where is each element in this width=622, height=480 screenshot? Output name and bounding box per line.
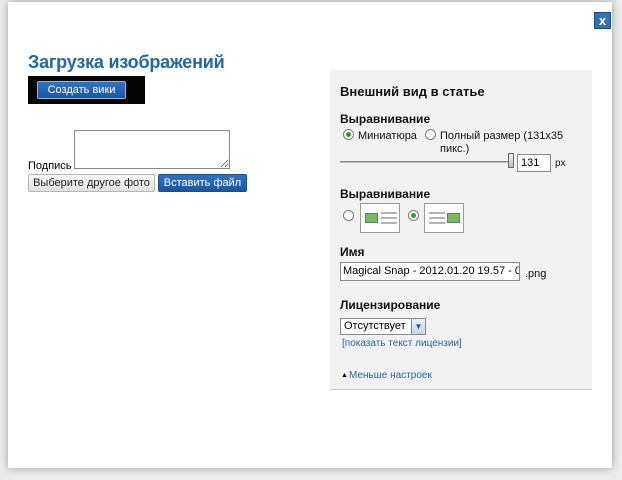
- radio-thumbnail[interactable]: [343, 129, 354, 140]
- license-select[interactable]: Отсутствует ▼: [340, 318, 426, 335]
- align-section-heading: Выравнивание: [340, 187, 431, 201]
- align-right-thumb[interactable]: [424, 203, 464, 233]
- thumbnail-label: Миниатюра: [358, 130, 417, 142]
- width-slider-handle[interactable]: [508, 153, 514, 168]
- radio-align-left[interactable]: [343, 210, 354, 221]
- upload-dialog: x Загрузка изображений Создать вики Подп…: [8, 2, 612, 468]
- choose-other-photo-button[interactable]: Выберите другое фото: [28, 174, 155, 192]
- dialog-title: Загрузка изображений: [28, 52, 225, 72]
- file-name-input[interactable]: Magical Snap - 2012.01.20 19.57 - 0: [340, 262, 520, 281]
- radio-fullsize[interactable]: [425, 129, 436, 140]
- fewer-options-link[interactable]: Меньше настроек: [349, 370, 432, 381]
- appearance-panel: Внешний вид в статье Выравнивание Миниат…: [330, 70, 592, 390]
- license-selected-value: Отсутствует: [344, 320, 406, 332]
- create-wiki-strip: Создать вики: [28, 76, 145, 104]
- image-icon: [447, 213, 460, 223]
- caption-label: Подпись: [28, 160, 72, 172]
- width-unit: px: [555, 158, 566, 169]
- size-section-heading: Выравнивание: [340, 112, 431, 126]
- create-wiki-button[interactable]: Создать вики: [37, 81, 126, 99]
- panel-title: Внешний вид в статье: [340, 84, 485, 99]
- image-icon: [365, 213, 378, 223]
- triangle-up-icon[interactable]: ▲: [341, 372, 348, 379]
- fullsize-label: Полный размер (131x35 пикс.): [440, 130, 564, 155]
- width-slider-track[interactable]: [340, 161, 510, 163]
- show-license-link[interactable]: [показать текст лицензии]: [342, 338, 462, 349]
- radio-align-right[interactable]: [408, 210, 419, 221]
- close-icon[interactable]: x: [594, 12, 611, 29]
- caption-input[interactable]: [74, 130, 230, 169]
- align-left-thumb[interactable]: [360, 203, 400, 233]
- chevron-down-icon[interactable]: ▼: [411, 319, 425, 334]
- license-section-heading: Лицензирование: [340, 298, 441, 312]
- width-input[interactable]: [517, 154, 551, 172]
- file-extension: .png: [525, 268, 547, 280]
- name-section-heading: Имя: [340, 245, 365, 259]
- insert-file-button[interactable]: Вставить файл: [158, 174, 247, 192]
